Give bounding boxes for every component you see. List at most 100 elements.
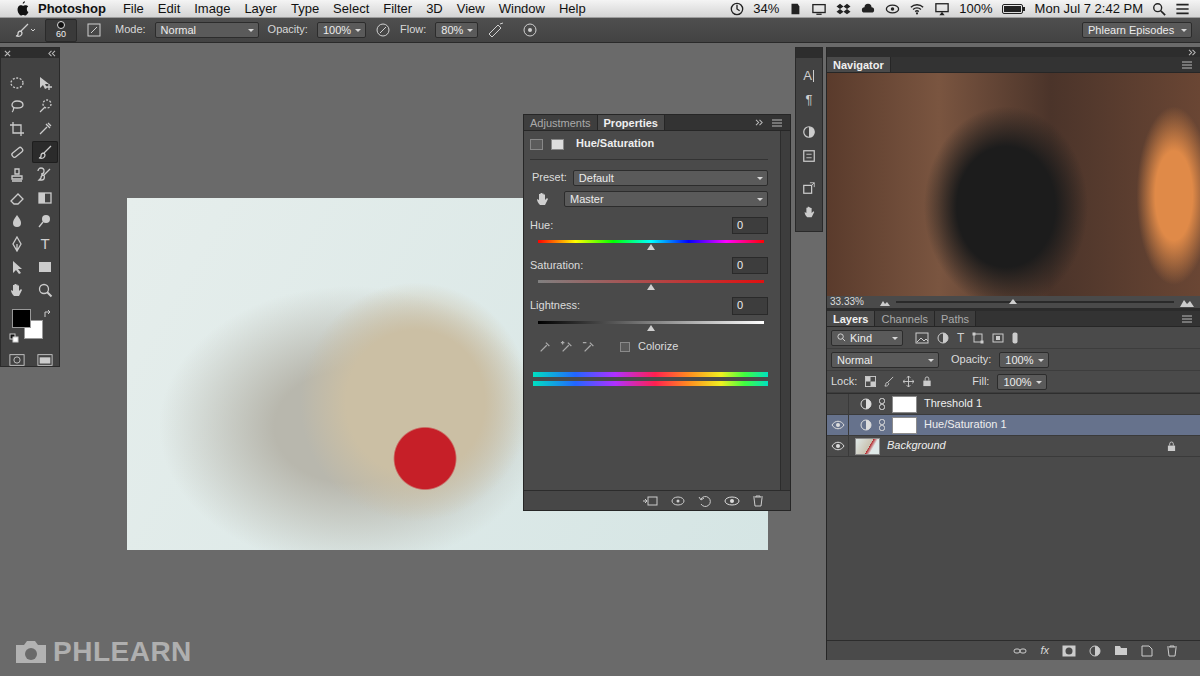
visibility-toggle[interactable]	[827, 415, 849, 436]
layer-name[interactable]: Threshold 1	[917, 397, 982, 410]
eyedropper-tool[interactable]	[32, 118, 58, 140]
swap-colors-icon[interactable]	[43, 309, 53, 319]
fill-field[interactable]: 100%	[997, 374, 1046, 390]
path-select-tool[interactable]	[4, 256, 30, 278]
brush-preset-icon[interactable]	[14, 22, 36, 38]
menu-item[interactable]: 3D	[419, 0, 450, 17]
view-previous-icon[interactable]	[670, 495, 686, 507]
lasso-tool[interactable]	[4, 95, 30, 117]
layer-row[interactable]: Background	[827, 436, 1200, 457]
brush-panel-icon[interactable]	[86, 22, 102, 38]
filter-toggle-icon[interactable]	[1012, 332, 1018, 344]
battery-icon[interactable]	[1002, 3, 1026, 15]
shape-filter-icon[interactable]	[972, 332, 984, 344]
lock-all-icon[interactable]	[922, 376, 932, 387]
filter-dropdown[interactable]: Kind	[831, 330, 903, 346]
colorize-checkbox[interactable]	[620, 342, 630, 352]
menu-item[interactable]: Image	[187, 0, 237, 17]
type-tool[interactable]: T	[32, 233, 58, 255]
workspace-dropdown[interactable]: Phlearn Episodes	[1082, 22, 1192, 38]
collapse-icon[interactable]	[755, 119, 764, 126]
eyedropper-plus-icon[interactable]	[560, 340, 574, 354]
pressure-size-icon[interactable]	[522, 22, 538, 38]
menu-item[interactable]: Window	[492, 0, 552, 17]
marquee-tool[interactable]	[4, 72, 30, 94]
zoom-slider[interactable]	[896, 301, 1174, 303]
layer-style-button[interactable]: fx	[1040, 644, 1049, 657]
hand-tool[interactable]	[4, 279, 30, 301]
slider-value-field[interactable]: 0	[732, 257, 768, 274]
brush-tool[interactable]	[32, 141, 58, 163]
menu-item[interactable]: Edit	[151, 0, 187, 17]
menu-item[interactable]: Filter	[376, 0, 419, 17]
note-icon[interactable]	[788, 2, 802, 16]
slider-value-field[interactable]: 0	[732, 297, 768, 314]
notifications-icon[interactable]	[1175, 2, 1190, 16]
new-group-icon[interactable]	[1114, 645, 1128, 656]
gradient-tool[interactable]	[32, 187, 58, 209]
pen-tool[interactable]	[4, 233, 30, 255]
menu-item[interactable]: View	[450, 0, 492, 17]
visibility-toggle[interactable]	[827, 394, 849, 415]
delete-layer-icon[interactable]	[1166, 645, 1178, 657]
display-icon[interactable]	[811, 2, 827, 16]
stamp-tool[interactable]	[4, 164, 30, 186]
panel-tab[interactable]: Layers	[827, 311, 875, 326]
cloud-icon[interactable]	[860, 2, 876, 16]
character-panel-button[interactable]: A	[796, 64, 822, 88]
visibility-icon[interactable]	[724, 495, 740, 507]
wifi-icon[interactable]	[909, 2, 925, 16]
layer-row[interactable]: Threshold 1	[827, 394, 1200, 415]
adjustments-panel-button[interactable]	[796, 120, 822, 144]
collapse-icon[interactable]	[47, 50, 56, 57]
panel-menu-icon[interactable]	[772, 119, 782, 127]
add-mask-icon[interactable]	[1062, 645, 1076, 657]
screen-mode-icon[interactable]	[37, 353, 53, 367]
opacity-field[interactable]: 100%	[317, 22, 366, 38]
eyedropper-icon[interactable]	[538, 340, 552, 354]
airbrush-icon[interactable]	[487, 22, 505, 38]
mask-thumbnail[interactable]	[892, 417, 917, 434]
foreground-swatch[interactable]	[12, 309, 31, 328]
layer-thumbnail[interactable]	[855, 438, 880, 455]
properties-panel-button[interactable]	[796, 144, 822, 168]
slider-track[interactable]	[538, 321, 764, 324]
navigator-preview[interactable]	[827, 73, 1200, 296]
move-tool[interactable]	[32, 72, 58, 94]
eraser-tool[interactable]	[4, 187, 30, 209]
mask-icon[interactable]	[551, 139, 564, 150]
slider-thumb[interactable]	[647, 325, 655, 331]
collapse-icon[interactable]	[1188, 49, 1197, 56]
clock[interactable]: Mon Jul 7 2:42 PM	[1035, 0, 1143, 17]
healing-tool[interactable]	[4, 141, 30, 163]
zoom-tool[interactable]	[32, 279, 58, 301]
mask-thumbnail[interactable]	[892, 396, 917, 413]
search-icon[interactable]	[1152, 2, 1166, 16]
layer-name[interactable]: Hue/Saturation 1	[917, 418, 1007, 431]
eye-icon[interactable]	[885, 2, 900, 16]
default-colors-icon[interactable]	[9, 333, 19, 343]
quick-select-tool[interactable]	[32, 95, 58, 117]
apple-icon[interactable]	[16, 1, 29, 16]
paragraph-panel-button[interactable]: ¶	[796, 88, 822, 112]
scrollbar[interactable]	[780, 131, 790, 490]
eyedropper-minus-icon[interactable]	[582, 340, 596, 354]
new-layer-icon[interactable]	[1141, 645, 1153, 657]
dodge-tool[interactable]	[32, 210, 58, 232]
shape-tool[interactable]	[32, 256, 58, 278]
blend-mode-dropdown[interactable]: Normal	[831, 352, 939, 368]
panel-tab[interactable]: Properties	[598, 115, 665, 130]
tool-presets-button[interactable]	[796, 200, 822, 224]
blur-tool[interactable]	[4, 210, 30, 232]
channel-dropdown[interactable]: Master	[564, 191, 768, 207]
zoom-in-icon[interactable]	[1180, 297, 1194, 307]
lock-pixels-icon[interactable]	[884, 376, 895, 387]
panel-tab[interactable]: Channels	[875, 311, 934, 326]
slider-value-field[interactable]: 0	[732, 217, 768, 234]
adjustment-filter-icon[interactable]	[937, 332, 949, 344]
panel-tab[interactable]: Adjustments	[524, 115, 598, 130]
navigator-tab[interactable]: Navigator	[827, 57, 891, 72]
type-filter-glyph[interactable]: T	[957, 330, 964, 346]
quick-mask-icon[interactable]	[9, 353, 25, 367]
clip-to-layer-icon[interactable]	[642, 495, 658, 507]
